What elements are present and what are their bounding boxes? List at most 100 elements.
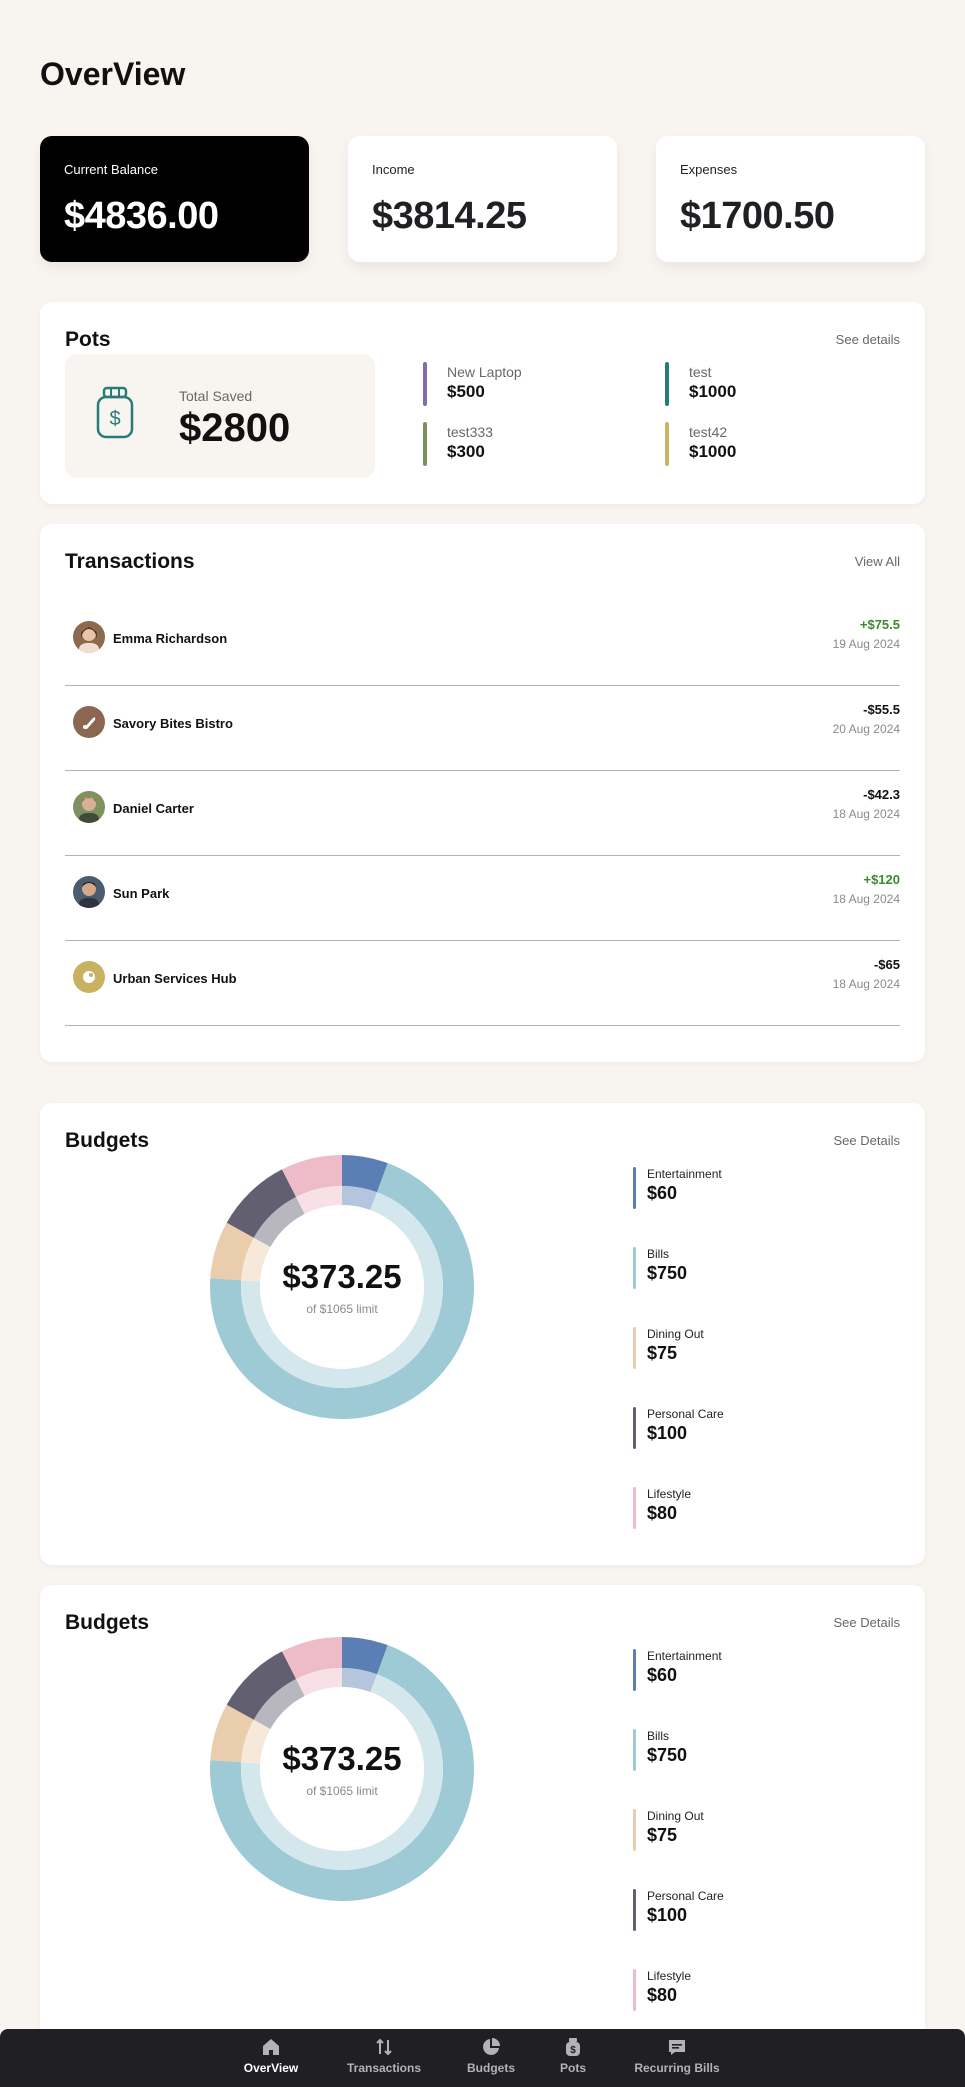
svg-text:$: $ [109, 408, 120, 430]
legend-amount: $100 [647, 1423, 688, 1443]
transactions-view-all-link[interactable]: View All [855, 554, 900, 569]
legend-color-bar [633, 1167, 636, 1209]
legend-item: Bills $750 [633, 1729, 833, 1771]
legend-item: Lifestyle $80 [633, 1969, 833, 2011]
total-saved-box: $ Total Saved $2800 [65, 354, 375, 478]
legend-name: Bills [647, 1247, 670, 1261]
legend-name: Personal Care [647, 1889, 724, 1903]
legend-name: Dining Out [647, 1809, 704, 1823]
legend-item: Personal Care $100 [633, 1889, 833, 1931]
legend-amount: $60 [647, 1665, 678, 1685]
nav-item-recurring-bills[interactable]: Recurring Bills [622, 2029, 732, 2087]
service-icon [73, 961, 105, 993]
transaction-row[interactable]: Urban Services Hub -$65 18 Aug 2024 [65, 941, 900, 1026]
legend-color-bar [633, 1969, 636, 2011]
legend-color-bar [633, 1407, 636, 1449]
svg-text:$: $ [570, 2045, 576, 2056]
avatar [73, 791, 105, 823]
legend-color-bar [633, 1809, 636, 1851]
pots-card: Pots See details $ Total Saved $2800 New… [40, 302, 925, 504]
pots-title: Pots [65, 328, 111, 351]
pot-name: test42 [689, 424, 728, 440]
jar-icon: $ [96, 386, 134, 439]
transaction-date: 18 Aug 2024 [832, 892, 900, 906]
nav-label: Transactions [346, 2061, 422, 2075]
legend-amount: $80 [647, 1985, 678, 2005]
pot-color-bar [665, 422, 669, 466]
transaction-date: 20 Aug 2024 [832, 722, 900, 736]
legend-amount: $750 [647, 1745, 688, 1765]
budgets-see-details-link[interactable]: See Details [834, 1133, 900, 1148]
nav-label: Recurring Bills [634, 2061, 720, 2075]
budgets-title: Budgets [65, 1611, 149, 1634]
budget-donut-chart: $373.25 of $1065 limit [210, 1637, 474, 1901]
transaction-name: Daniel Carter [113, 801, 194, 816]
budget-total: $373.25 [282, 1258, 402, 1295]
transactions-title: Transactions [65, 550, 195, 573]
current-balance-card: Current Balance $4836.00 [40, 136, 309, 262]
income-value: $3814.25 [372, 195, 527, 237]
expenses-label: Expenses [680, 162, 738, 177]
legend-name: Lifestyle [647, 1487, 692, 1501]
restaurant-icon [73, 706, 105, 738]
legend-name: Entertainment [647, 1167, 722, 1181]
transaction-amount: +$120 [863, 872, 900, 887]
pot-amount: $1000 [689, 442, 737, 461]
transaction-date: 18 Aug 2024 [832, 977, 900, 991]
income-card: Income $3814.25 [348, 136, 617, 262]
legend-amount: $60 [647, 1183, 678, 1203]
pot-name: test333 [447, 424, 493, 440]
expenses-card: Expenses $1700.50 [656, 136, 925, 262]
current-balance-value: $4836.00 [64, 195, 219, 237]
transaction-row[interactable]: Savory Bites Bistro -$55.5 20 Aug 2024 [65, 686, 900, 771]
total-saved-label: Total Saved [179, 388, 253, 404]
transaction-amount: +$75.5 [859, 617, 900, 632]
transaction-row[interactable]: Daniel Carter -$42.3 18 Aug 2024 [65, 771, 900, 856]
budgets-card-2: Budgets See Details $373.25 of $1065 lim… [40, 1585, 925, 2065]
pot-color-bar [665, 362, 669, 406]
legend-color-bar [633, 1649, 636, 1691]
nav-label: OverView [243, 2061, 299, 2075]
pot-name: New Laptop [447, 364, 522, 380]
nav-item-pots[interactable]: $ Pots [548, 2029, 598, 2087]
budget-limit: of $1065 limit [306, 1784, 378, 1798]
nav-item-transactions[interactable]: Transactions [334, 2029, 434, 2087]
total-saved-value: $2800 [179, 406, 291, 450]
transaction-row[interactable]: Sun Park +$120 18 Aug 2024 [65, 856, 900, 941]
legend-name: Lifestyle [647, 1969, 692, 1983]
transaction-name: Emma Richardson [113, 631, 228, 646]
nav-item-budgets[interactable]: Budgets [458, 2029, 524, 2087]
avatar [73, 621, 105, 653]
legend-item: Entertainment $60 [633, 1649, 833, 1691]
pot-item: test $1000 [665, 362, 865, 406]
jar-icon: $ [566, 2038, 580, 2056]
donut-center: $373.25 of $1065 limit [210, 1155, 474, 1419]
budgets-see-details-link[interactable]: See Details [834, 1615, 900, 1630]
transaction-name: Savory Bites Bistro [113, 716, 233, 731]
legend-color-bar [633, 1327, 636, 1369]
summary-cards: Current Balance $4836.00 Income $3814.25… [40, 136, 925, 262]
transactions-card: Transactions View All Emma Richardson +$… [40, 524, 925, 1062]
legend-name: Bills [647, 1729, 670, 1743]
transaction-amount: -$55.5 [863, 702, 900, 717]
legend-color-bar [633, 1729, 636, 1771]
pot-item: test42 $1000 [665, 422, 865, 466]
legend-amount: $75 [647, 1825, 678, 1845]
nav-label: Pots [559, 2061, 586, 2075]
legend-item: Lifestyle $80 [633, 1487, 833, 1529]
current-balance-label: Current Balance [64, 162, 158, 177]
budget-limit: of $1065 limit [306, 1302, 378, 1316]
donut-center: $373.25 of $1065 limit [210, 1637, 474, 1901]
income-label: Income [372, 162, 415, 177]
legend-amount: $80 [647, 1503, 678, 1523]
nav-item-overview[interactable]: OverView [236, 2029, 306, 2087]
pot-amount: $1000 [689, 382, 737, 401]
transaction-row[interactable]: Emma Richardson +$75.5 19 Aug 2024 [65, 601, 900, 686]
legend-item: Entertainment $60 [633, 1167, 833, 1209]
transaction-amount: -$65 [873, 957, 900, 972]
legend-amount: $100 [647, 1905, 688, 1925]
pots-see-details-link[interactable]: See details [836, 332, 900, 347]
pie-chart-icon [483, 2038, 500, 2055]
pot-name: test [689, 364, 712, 380]
pot-item: New Laptop $500 [423, 362, 623, 406]
